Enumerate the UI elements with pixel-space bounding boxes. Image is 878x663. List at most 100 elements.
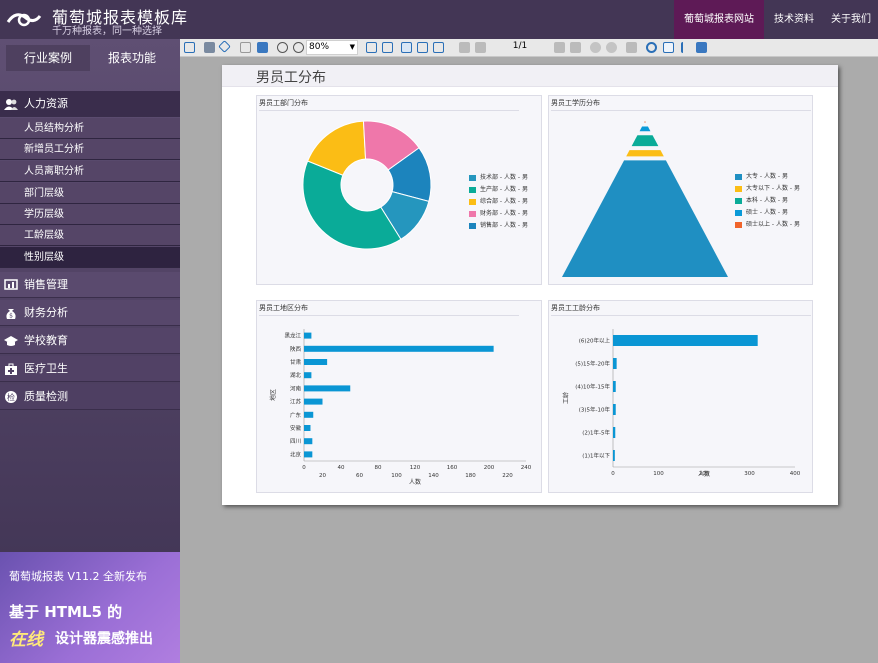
x-tick-label: 120: [410, 465, 421, 471]
refresh-icon[interactable]: [646, 42, 657, 53]
copy-icon[interactable]: [184, 42, 195, 53]
chart-panel-education: 男员工学历分布 大专 - 人数 - 男大专以下 - 人数 - 男本科 - 人数 …: [548, 95, 813, 285]
bar: [304, 332, 312, 339]
bar: [613, 404, 616, 415]
tab-report-features[interactable]: 报表功能: [90, 45, 174, 71]
fit-width-icon[interactable]: [366, 42, 377, 53]
report-title: 男员工分布: [256, 70, 326, 86]
legend-label: 硕士以上 - 人数 - 男: [746, 221, 800, 228]
legend-swatch: [735, 209, 742, 216]
bar: [304, 451, 313, 458]
x-tick-label: 100: [653, 471, 664, 477]
x-tick-label: 0: [611, 471, 615, 477]
y-tick-label: 江苏: [290, 398, 302, 406]
find-icon[interactable]: [257, 42, 268, 53]
promo-line1: 葡萄城报表 V11.2 全新发布: [9, 570, 148, 583]
svg-text:检: 检: [7, 392, 15, 402]
x-tick-label: 40: [338, 465, 345, 471]
quality-check-icon: 检: [5, 391, 17, 403]
legend-item: 销售部 - 人数 - 男: [469, 220, 528, 229]
legend-label: 大专以下 - 人数 - 男: [746, 185, 800, 192]
chart-panel-region: 男员工地区分布 黑龙江 陕西 甘肃 湖北 河南 江苏 广东 安徽 四川 北京 0 40 80 120 160…: [256, 300, 542, 493]
print-icon[interactable]: [204, 42, 215, 53]
x-tick-label: 300: [744, 471, 755, 477]
x-tick-label: 20: [319, 473, 326, 479]
export-icon[interactable]: [218, 40, 231, 53]
region-bar-chart: 黑龙江陕西甘肃湖北河南江苏广东安徽四川北京 0 40 80 120 160 200 240 20…: [269, 329, 532, 486]
nav-about-us[interactable]: 关于我们: [824, 0, 878, 39]
first-page-icon[interactable]: [459, 42, 470, 53]
legend-swatch: [469, 222, 476, 229]
legend-item: 财务部 - 人数 - 男: [469, 208, 528, 217]
sidebar-item-department[interactable]: 部门层级: [0, 183, 180, 204]
bar: [304, 438, 313, 445]
sidebar-item-education[interactable]: 学历层级: [0, 204, 180, 225]
bar: [613, 358, 617, 369]
y-tick-label: 广东: [290, 411, 302, 419]
copy-page-icon[interactable]: [240, 42, 251, 53]
bar: [304, 398, 323, 405]
last-page-icon[interactable]: [570, 42, 581, 53]
sidebar-group-label: 销售管理: [24, 278, 68, 291]
x-axis-label: 人数: [409, 478, 421, 486]
sidebar-group-sales[interactable]: 销售管理: [0, 272, 180, 298]
promo-banner[interactable]: 葡萄城报表 V11.2 全新发布 基于 HTML5 的 在线 设计器震感推出: [0, 552, 180, 663]
sidebar-group-education[interactable]: 学校教育: [0, 328, 180, 354]
legend-item: 生产部 - 人数 - 男: [469, 184, 528, 193]
pyramid-segment: [562, 160, 728, 277]
zoom-select[interactable]: 80% ▼: [306, 40, 358, 55]
legend-swatch: [735, 185, 742, 192]
sidebar-item-structure[interactable]: 人员结构分析: [0, 118, 180, 139]
forward-icon[interactable]: [606, 42, 617, 53]
nav-grapecity-website[interactable]: 葡萄城报表网站: [674, 0, 764, 39]
sidebar-item-new-hires[interactable]: 新增员工分析: [0, 139, 180, 160]
sidebar-item-gender[interactable]: 性别层级: [0, 247, 180, 268]
legend-item: 大专以下 - 人数 - 男: [735, 183, 800, 192]
y-tick-label: 河南: [290, 384, 302, 392]
sidebar-group-hr[interactable]: 人力资源: [0, 91, 180, 117]
pan-hand-icon[interactable]: [663, 42, 674, 53]
zoom-out-icon[interactable]: [277, 42, 288, 53]
legend-swatch: [735, 173, 742, 180]
prev-page-icon[interactable]: [475, 42, 486, 53]
multi-page-icon[interactable]: [433, 42, 444, 53]
next-page-icon[interactable]: [554, 42, 565, 53]
legend-swatch: [735, 221, 742, 228]
x-tick-label: 100: [391, 473, 402, 479]
sidebar-item-turnover[interactable]: 人员离职分析: [0, 161, 180, 182]
app-subtitle: 千万种报表，同一种选择: [52, 26, 162, 37]
snapshot-icon[interactable]: [696, 42, 707, 53]
selection-icon[interactable]: [681, 42, 692, 53]
x-tick-label: 200: [484, 465, 495, 471]
pyramid-segment: [639, 126, 651, 132]
chart-panel-seniority: 男员工工龄分布 (6)20年以上 (5)15年-20年 (4)10年-15年 (3)5…: [548, 300, 813, 493]
y-tick-label: 北京: [290, 450, 302, 458]
bar: [304, 411, 314, 418]
nav-tech-docs[interactable]: 技术资料: [764, 0, 824, 39]
bar: [613, 450, 615, 461]
legend-item: 硕士以上 - 人数 - 男: [735, 219, 800, 228]
sidebar-group-quality[interactable]: 检 质量检测: [0, 384, 180, 410]
graduation-cap-icon: [4, 336, 18, 346]
sidebar-group-label: 医疗卫生: [24, 362, 68, 375]
money-bag-icon: $: [6, 309, 16, 320]
promo-line2: 基于 HTML5 的: [9, 603, 123, 621]
y-tick-label: (2)1年-5年: [582, 429, 610, 437]
fit-page-icon[interactable]: [382, 42, 393, 53]
sidebar-group-finance[interactable]: $ 财务分析: [0, 300, 180, 326]
back-icon[interactable]: [590, 42, 601, 53]
legend-item: 技术部 - 人数 - 男: [469, 172, 528, 181]
sidebar-item-seniority[interactable]: 工龄层级: [0, 225, 180, 246]
parent-report-icon[interactable]: [626, 42, 637, 53]
y-tick-label: (3)5年-10年: [579, 406, 611, 414]
legend-item: 硕士 - 人数 - 男: [735, 207, 788, 216]
page-indicator[interactable]: 1/1: [500, 41, 540, 51]
tab-industry-cases[interactable]: 行业案例: [6, 45, 90, 71]
sidebar-group-medical[interactable]: 医疗卫生: [0, 356, 180, 382]
single-page-icon[interactable]: [401, 42, 412, 53]
x-tick-label: 60: [356, 473, 363, 479]
bar: [304, 345, 494, 352]
x-axis-label: 人数: [698, 470, 710, 478]
continuous-icon[interactable]: [417, 42, 428, 53]
zoom-in-icon[interactable]: [293, 42, 304, 53]
